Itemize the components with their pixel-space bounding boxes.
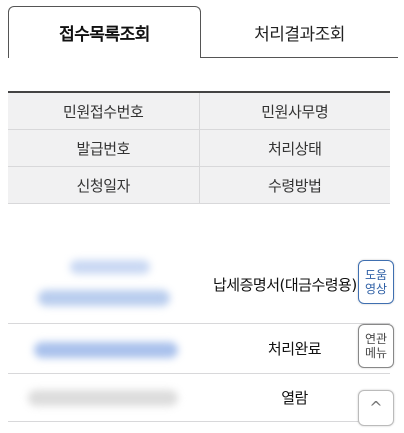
redacted-receipt-number bbox=[38, 290, 170, 306]
header-row: 민원접수번호 민원사무명 bbox=[8, 93, 390, 130]
redacted-receipt-number bbox=[70, 260, 150, 274]
redacted-apply-date bbox=[28, 390, 178, 406]
help-video-label-line1: 도움 bbox=[364, 268, 388, 282]
table-row: 열람 bbox=[8, 374, 390, 422]
receipt-number-cell bbox=[8, 246, 199, 323]
table-row: 처리완료 bbox=[8, 324, 390, 374]
table-row[interactable]: 납세증명서(대금수령용) bbox=[8, 246, 390, 324]
header-cell-issue-number: 발급번호 bbox=[76, 139, 131, 158]
help-video-button[interactable]: 도움 영상 bbox=[358, 260, 394, 304]
header-cell-status: 처리상태 bbox=[198, 130, 391, 166]
header-cell-apply-date: 신청일자 bbox=[76, 176, 131, 195]
header-row: 발급번호 처리상태 bbox=[8, 130, 390, 167]
header-cell-receipt-method: 수령방법 bbox=[198, 167, 391, 203]
tab-process-result[interactable]: 처리결과조회 bbox=[201, 6, 398, 58]
related-menu-label-line2: 메뉴 bbox=[364, 346, 388, 360]
scroll-top-button[interactable]: ^ bbox=[358, 390, 394, 426]
tab-bar: 접수목록조회 처리결과조회 bbox=[8, 6, 398, 58]
apply-date-cell bbox=[8, 374, 199, 421]
tab-receipt-list[interactable]: 접수목록조회 bbox=[8, 6, 201, 58]
tab-underline bbox=[201, 57, 398, 58]
related-menu-button[interactable]: 연관 메뉴 bbox=[358, 324, 394, 368]
help-video-label-line2: 영상 bbox=[364, 282, 388, 296]
related-menu-label-line1: 연관 bbox=[364, 332, 388, 346]
issue-number-cell bbox=[8, 324, 199, 373]
header-cell-receipt-number: 민원접수번호 bbox=[63, 102, 144, 121]
header-cell-affair-name: 민원사무명 bbox=[198, 93, 391, 129]
redacted-issue-number bbox=[34, 342, 178, 358]
header-row: 신청일자 수령방법 bbox=[8, 167, 390, 204]
result-table-header: 민원접수번호 민원사무명 발급번호 처리상태 신청일자 수령방법 bbox=[8, 91, 390, 204]
chevron-up-icon: ^ bbox=[369, 398, 383, 417]
